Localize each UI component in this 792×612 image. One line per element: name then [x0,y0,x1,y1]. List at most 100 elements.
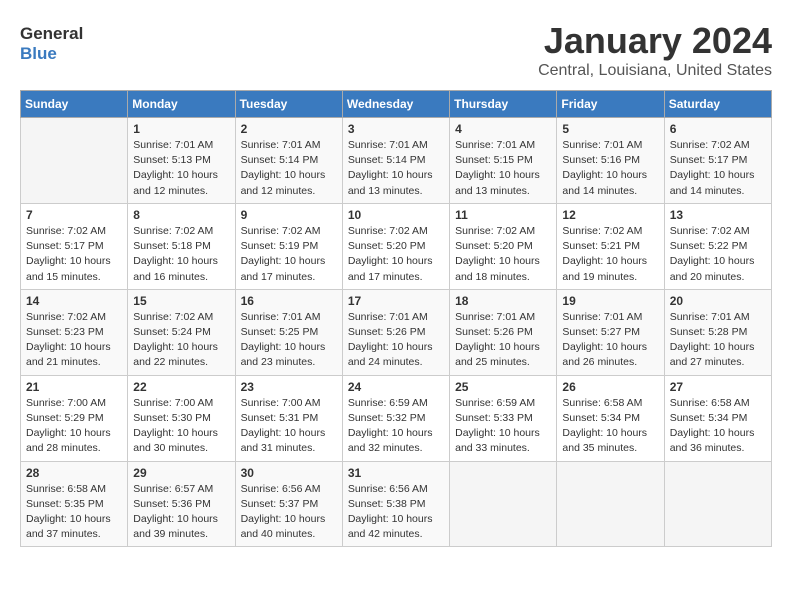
day-cell: 18 Sunrise: 7:01 AM Sunset: 5:26 PM Dayli… [450,289,557,375]
day-cell: 14 Sunrise: 7:02 AM Sunset: 5:23 PM Dayli… [21,289,128,375]
day-info: Sunrise: 6:57 AM Sunset: 5:36 PM Dayligh… [133,482,229,543]
day-number: 10 [348,208,444,222]
day-number: 28 [26,466,122,480]
day-cell: 25 Sunrise: 6:59 AM Sunset: 5:33 PM Dayli… [450,375,557,461]
header-cell-tuesday: Tuesday [235,91,342,118]
day-number: 20 [670,294,766,308]
header-cell-monday: Monday [128,91,235,118]
day-number: 12 [562,208,658,222]
day-info: Sunrise: 6:58 AM Sunset: 5:35 PM Dayligh… [26,482,122,543]
calendar-table: SundayMondayTuesdayWednesdayThursdayFrid… [20,90,772,547]
day-number: 30 [241,466,337,480]
day-number: 19 [562,294,658,308]
day-number: 23 [241,380,337,394]
header-cell-friday: Friday [557,91,664,118]
day-info: Sunrise: 6:59 AM Sunset: 5:33 PM Dayligh… [455,396,551,457]
day-number: 2 [241,122,337,136]
day-info: Sunrise: 7:01 AM Sunset: 5:27 PM Dayligh… [562,310,658,371]
day-cell: 2Sunrise: 7:01 AM Sunset: 5:14 PM Daylig… [235,118,342,204]
day-number: 5 [562,122,658,136]
logo: General Blue [20,20,83,63]
day-number: 16 [241,294,337,308]
day-cell: 28 Sunrise: 6:58 AM Sunset: 5:35 PM Dayli… [21,461,128,547]
day-number: 7 [26,208,122,222]
day-info: Sunrise: 7:02 AM Sunset: 5:21 PM Dayligh… [562,224,658,285]
day-info: Sunrise: 7:01 AM Sunset: 5:26 PM Dayligh… [348,310,444,371]
day-cell: 19 Sunrise: 7:01 AM Sunset: 5:27 PM Dayli… [557,289,664,375]
day-info: Sunrise: 7:01 AM Sunset: 5:13 PM Dayligh… [133,138,229,199]
day-cell: 26Sunrise: 6:58 AM Sunset: 5:34 PM Dayli… [557,375,664,461]
day-info: Sunrise: 7:02 AM Sunset: 5:18 PM Dayligh… [133,224,229,285]
day-info: Sunrise: 6:56 AM Sunset: 5:37 PM Dayligh… [241,482,337,543]
day-info: Sunrise: 7:00 AM Sunset: 5:29 PM Dayligh… [26,396,122,457]
day-info: Sunrise: 7:02 AM Sunset: 5:20 PM Dayligh… [455,224,551,285]
week-row-4: 21 Sunrise: 7:00 AM Sunset: 5:29 PM Dayli… [21,375,772,461]
day-cell: 3Sunrise: 7:01 AM Sunset: 5:14 PM Daylig… [342,118,449,204]
calendar-header: SundayMondayTuesdayWednesdayThursdayFrid… [21,91,772,118]
week-row-2: 7 Sunrise: 7:02 AM Sunset: 5:17 PM Daylig… [21,203,772,289]
day-number: 4 [455,122,551,136]
day-info: Sunrise: 7:01 AM Sunset: 5:25 PM Dayligh… [241,310,337,371]
day-cell: 21 Sunrise: 7:00 AM Sunset: 5:29 PM Dayli… [21,375,128,461]
day-cell [21,118,128,204]
day-cell: 20Sunrise: 7:01 AM Sunset: 5:28 PM Dayli… [664,289,771,375]
day-info: Sunrise: 7:02 AM Sunset: 5:20 PM Dayligh… [348,224,444,285]
day-number: 17 [348,294,444,308]
day-cell [450,461,557,547]
day-number: 22 [133,380,229,394]
day-cell: 23 Sunrise: 7:00 AM Sunset: 5:31 PM Dayli… [235,375,342,461]
day-number: 1 [133,122,229,136]
day-number: 25 [455,380,551,394]
day-info: Sunrise: 7:02 AM Sunset: 5:23 PM Dayligh… [26,310,122,371]
day-number: 24 [348,380,444,394]
day-number: 11 [455,208,551,222]
day-info: Sunrise: 6:58 AM Sunset: 5:34 PM Dayligh… [670,396,766,457]
day-number: 15 [133,294,229,308]
day-cell: 17 Sunrise: 7:01 AM Sunset: 5:26 PM Dayli… [342,289,449,375]
day-info: Sunrise: 7:01 AM Sunset: 5:26 PM Dayligh… [455,310,551,371]
day-number: 29 [133,466,229,480]
day-number: 8 [133,208,229,222]
day-info: Sunrise: 7:02 AM Sunset: 5:19 PM Dayligh… [241,224,337,285]
day-info: Sunrise: 7:02 AM Sunset: 5:22 PM Dayligh… [670,224,766,285]
day-cell: 5 Sunrise: 7:01 AM Sunset: 5:16 PM Daylig… [557,118,664,204]
day-number: 18 [455,294,551,308]
day-cell: 13 Sunrise: 7:02 AM Sunset: 5:22 PM Dayli… [664,203,771,289]
day-cell: 1 Sunrise: 7:01 AM Sunset: 5:13 PM Daylig… [128,118,235,204]
page-header: General Blue January 2024 Central, Louis… [20,20,772,80]
day-info: Sunrise: 7:02 AM Sunset: 5:17 PM Dayligh… [670,138,766,199]
day-info: Sunrise: 6:59 AM Sunset: 5:32 PM Dayligh… [348,396,444,457]
week-row-5: 28 Sunrise: 6:58 AM Sunset: 5:35 PM Dayli… [21,461,772,547]
day-cell [557,461,664,547]
day-cell [664,461,771,547]
header-cell-saturday: Saturday [664,91,771,118]
header-cell-sunday: Sunday [21,91,128,118]
day-cell: 9Sunrise: 7:02 AM Sunset: 5:19 PM Daylig… [235,203,342,289]
day-cell: 6 Sunrise: 7:02 AM Sunset: 5:17 PM Daylig… [664,118,771,204]
day-info: Sunrise: 7:00 AM Sunset: 5:30 PM Dayligh… [133,396,229,457]
header-cell-wednesday: Wednesday [342,91,449,118]
day-cell: 29 Sunrise: 6:57 AM Sunset: 5:36 PM Dayli… [128,461,235,547]
week-row-3: 14 Sunrise: 7:02 AM Sunset: 5:23 PM Dayli… [21,289,772,375]
day-info: Sunrise: 7:01 AM Sunset: 5:14 PM Dayligh… [348,138,444,199]
logo-blue-text: Blue [20,44,83,64]
day-info: Sunrise: 7:00 AM Sunset: 5:31 PM Dayligh… [241,396,337,457]
day-number: 27 [670,380,766,394]
day-number: 14 [26,294,122,308]
logo-general-text: General [20,24,83,44]
header-cell-thursday: Thursday [450,91,557,118]
day-info: Sunrise: 7:02 AM Sunset: 5:17 PM Dayligh… [26,224,122,285]
day-cell: 24 Sunrise: 6:59 AM Sunset: 5:32 PM Dayli… [342,375,449,461]
calendar-subtitle: Central, Louisiana, United States [538,62,772,80]
day-cell: 7 Sunrise: 7:02 AM Sunset: 5:17 PM Daylig… [21,203,128,289]
day-number: 6 [670,122,766,136]
day-number: 21 [26,380,122,394]
day-cell: 8 Sunrise: 7:02 AM Sunset: 5:18 PM Daylig… [128,203,235,289]
day-number: 13 [670,208,766,222]
day-info: Sunrise: 7:01 AM Sunset: 5:16 PM Dayligh… [562,138,658,199]
header-row: SundayMondayTuesdayWednesdayThursdayFrid… [21,91,772,118]
day-info: Sunrise: 6:56 AM Sunset: 5:38 PM Dayligh… [348,482,444,543]
day-cell: 4 Sunrise: 7:01 AM Sunset: 5:15 PM Daylig… [450,118,557,204]
day-info: Sunrise: 7:01 AM Sunset: 5:15 PM Dayligh… [455,138,551,199]
day-cell: 12 Sunrise: 7:02 AM Sunset: 5:21 PM Dayli… [557,203,664,289]
